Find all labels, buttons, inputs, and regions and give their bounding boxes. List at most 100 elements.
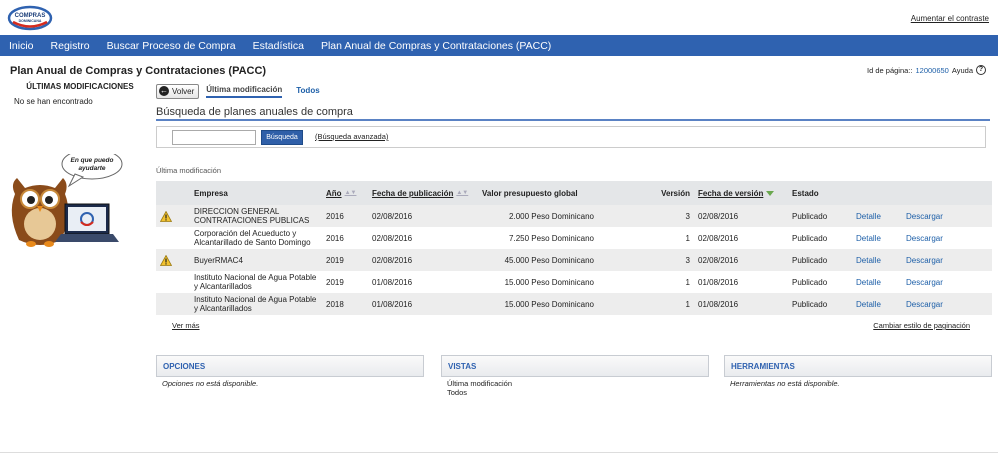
search-box: Búsqueda (Búsqueda avanzada)	[156, 126, 986, 148]
col-anio[interactable]: Año ▲▼	[322, 181, 368, 205]
cell-fecha-pub: 02/08/2016	[368, 227, 478, 249]
col-warning	[156, 181, 190, 205]
compras-dominicanas-logo[interactable]: COMPRAS DOMINICANA	[7, 5, 53, 31]
col-fecha-pub-label[interactable]: Fecha de publicación	[372, 189, 453, 198]
tab-todos[interactable]: Todos	[296, 86, 319, 97]
panel-vistas: VISTAS Última modificación Todos	[441, 355, 709, 399]
owl-mascot-icon[interactable]: En que puedo ayudarte	[5, 148, 123, 264]
cell-version: 1	[598, 227, 694, 249]
col-descargar	[902, 181, 992, 205]
cell-fecha-pub: 02/08/2016	[368, 205, 478, 227]
table-footer: Ver más Cambiar estilo de paginación	[156, 319, 992, 333]
sort-desc-icon	[766, 190, 775, 196]
cell-version: 1	[598, 271, 694, 293]
search-button[interactable]: Búsqueda	[261, 130, 303, 145]
table-row: Instituto Nacional de Agua Potable y Alc…	[156, 293, 992, 315]
cell-estado: Publicado	[788, 227, 852, 249]
increase-contrast-link[interactable]: Aumentar el contraste	[911, 14, 989, 23]
detalle-link[interactable]: Detalle	[856, 278, 881, 287]
sidebar: ÚLTIMAS MODIFICACIONES No se han encontr…	[0, 82, 150, 247]
tab-ultima-modificacion[interactable]: Última modificación	[206, 85, 283, 98]
cell-empresa: Instituto Nacional de Agua Potable y Alc…	[190, 271, 322, 293]
page-title: Plan Anual de Compras y Contrataciones (…	[10, 65, 267, 77]
col-fecha-ver-label[interactable]: Fecha de versión	[698, 189, 763, 198]
ver-mas-link[interactable]: Ver más	[172, 321, 200, 330]
detalle-link[interactable]: Detalle	[856, 212, 881, 221]
cell-valor: 2.000 Peso Dominicano	[478, 205, 598, 227]
table-row: Corporación del Acueducto y Alcantarilla…	[156, 227, 992, 249]
cell-fecha-ver: 02/08/2016	[694, 249, 788, 271]
col-fecha-pub[interactable]: Fecha de publicación ▲▼	[368, 181, 478, 205]
nav-estadistica[interactable]: Estadística	[247, 40, 310, 52]
cell-anio: 2019	[322, 249, 368, 271]
cell-estado: Publicado	[788, 205, 852, 227]
panel-opciones-title[interactable]: OPCIONES	[156, 355, 424, 377]
cell-fecha-ver: 02/08/2016	[694, 227, 788, 249]
search-title: Búsqueda de planes anuales de compra	[156, 106, 990, 121]
descargar-link[interactable]: Descargar	[906, 278, 943, 287]
vista-item-todos[interactable]: Todos	[447, 388, 703, 397]
main-nav: Inicio Registro Buscar Proceso de Compra…	[0, 35, 998, 56]
results-table: Empresa Año ▲▼ Fecha de publicación ▲▼ Val…	[156, 181, 992, 315]
cell-valor: 15.000 Peso Dominicano	[478, 271, 598, 293]
cell-empresa: BuyerRMAC4	[190, 249, 322, 271]
nav-buscar-proceso[interactable]: Buscar Proceso de Compra	[101, 40, 242, 52]
descargar-link[interactable]: Descargar	[906, 234, 943, 243]
tabs-row: ← Volver Última modificación Todos	[156, 82, 992, 100]
warning-icon	[160, 210, 172, 222]
cell-anio: 2018	[322, 293, 368, 315]
panel-vistas-title[interactable]: VISTAS	[441, 355, 709, 377]
bubble-text-1: En que puedo	[71, 157, 114, 164]
panel-herramientas-title[interactable]: HERRAMIENTAS	[724, 355, 992, 377]
detalle-link[interactable]: Detalle	[856, 300, 881, 309]
cell-fecha-ver: 01/08/2016	[694, 293, 788, 315]
bubble-text-2: ayudarte	[78, 165, 105, 172]
detalle-link[interactable]: Detalle	[856, 256, 881, 265]
detalle-link[interactable]: Detalle	[856, 234, 881, 243]
warning-cell	[156, 271, 190, 293]
col-version: Versión	[598, 181, 694, 205]
help-icon[interactable]: ?	[976, 65, 986, 75]
bottom-panels: OPCIONES Opciones no está disponible. VI…	[156, 355, 992, 400]
table-row: Instituto Nacional de Agua Potable y Alc…	[156, 271, 992, 293]
panel-herramientas-text: Herramientas no está disponible.	[730, 379, 840, 388]
top-bar: COMPRAS DOMINICANA Aumentar el contraste	[0, 0, 998, 35]
change-pagination-link[interactable]: Cambiar estilo de paginación	[873, 321, 970, 330]
page-id-area: Id de página:: 12000650 Ayuda ?	[867, 65, 986, 75]
cell-anio: 2016	[322, 227, 368, 249]
advanced-search-link[interactable]: (Búsqueda avanzada)	[315, 132, 388, 141]
search-input[interactable]	[172, 130, 256, 145]
warning-cell	[156, 227, 190, 249]
back-button-label: Volver	[172, 86, 195, 96]
cell-fecha-pub: 01/08/2016	[368, 271, 478, 293]
results-section-label: Última modificación	[156, 166, 222, 175]
help-label[interactable]: Ayuda	[952, 66, 973, 75]
main-content: ← Volver Última modificación Todos Búsqu…	[156, 82, 992, 333]
cell-estado: Publicado	[788, 249, 852, 271]
cell-empresa: Corporación del Acueducto y Alcantarilla…	[190, 227, 322, 249]
cell-fecha-pub: 02/08/2016	[368, 249, 478, 271]
cell-version: 3	[598, 249, 694, 271]
cell-fecha-ver: 01/08/2016	[694, 271, 788, 293]
table-row: DIRECCION GENERAL CONTRATACIONES PUBLICA…	[156, 205, 992, 227]
descargar-link[interactable]: Descargar	[906, 300, 943, 309]
col-fecha-ver[interactable]: Fecha de versión	[694, 181, 788, 205]
descargar-link[interactable]: Descargar	[906, 256, 943, 265]
warning-cell	[156, 249, 190, 271]
back-button[interactable]: ← Volver	[156, 83, 200, 99]
sidebar-empty-text: No se han encontrado	[14, 97, 93, 106]
nav-pacc[interactable]: Plan Anual de Compras y Contrataciones (…	[315, 40, 557, 52]
nav-registro[interactable]: Registro	[45, 40, 96, 52]
cell-version: 3	[598, 205, 694, 227]
cell-empresa: Instituto Nacional de Agua Potable y Alc…	[190, 293, 322, 315]
cell-estado: Publicado	[788, 271, 852, 293]
col-estado: Estado	[788, 181, 852, 205]
descargar-link[interactable]: Descargar	[906, 212, 943, 221]
vista-item-ultima[interactable]: Última modificación	[447, 379, 703, 388]
col-anio-label[interactable]: Año	[326, 189, 342, 198]
table-row: BuyerRMAC4 2019 02/08/2016 45.000 Peso D…	[156, 249, 992, 271]
owl-assistant[interactable]: En que puedo ayudarte	[5, 148, 123, 264]
nav-inicio[interactable]: Inicio	[3, 40, 40, 52]
page-id-value[interactable]: 12000650	[915, 66, 948, 75]
cell-valor: 7.250 Peso Dominicano	[478, 227, 598, 249]
